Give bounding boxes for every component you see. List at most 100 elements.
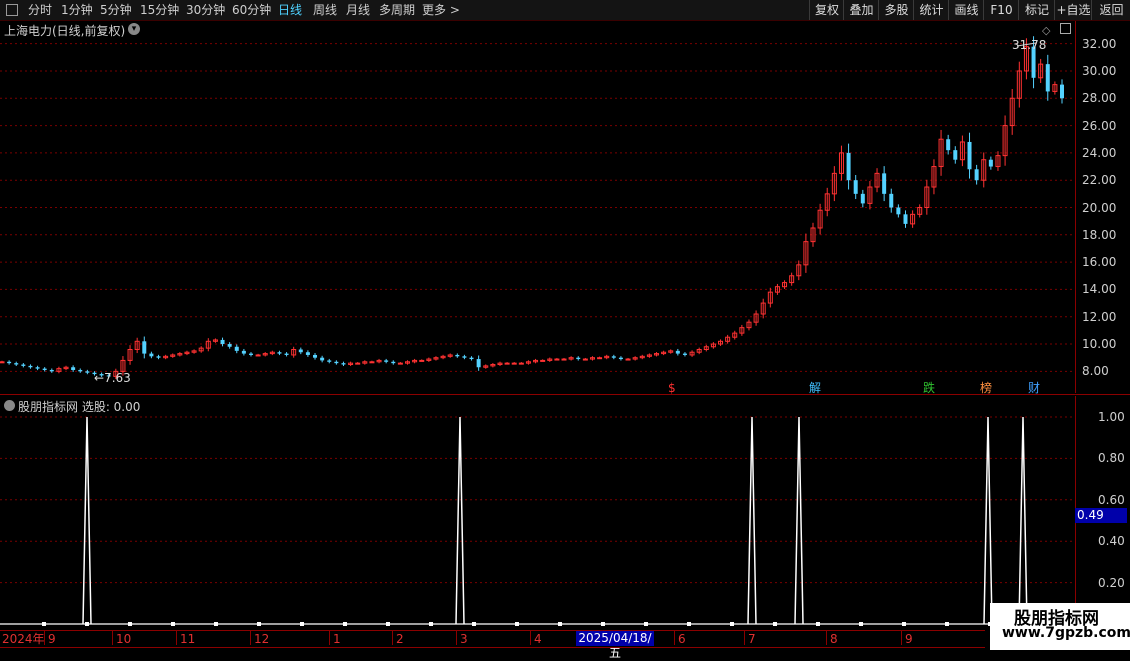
- period-tab-6[interactable]: 日线: [278, 2, 302, 18]
- period-tab-1[interactable]: 1分钟: [61, 2, 93, 18]
- diamond-icon[interactable]: ◇: [1042, 24, 1050, 37]
- toolbar-button-8[interactable]: 返回: [1091, 0, 1130, 20]
- candle-body: [127, 349, 133, 361]
- indicator-zero-marker: [687, 622, 691, 626]
- candle-body: [262, 353, 268, 356]
- candle-body: [746, 321, 752, 329]
- indicator-zero-marker: [214, 622, 218, 626]
- price-tick-label: 32.00: [1082, 36, 1117, 51]
- price-tick-label: 20.00: [1082, 200, 1117, 215]
- candle-body: [1009, 97, 1015, 127]
- indicator-tick-label: 1.00: [1098, 410, 1125, 424]
- candle-body: [760, 302, 766, 315]
- date-separator: [674, 631, 675, 645]
- event-badge[interactable]: 榜: [980, 381, 992, 395]
- candle-body: [284, 353, 289, 355]
- event-badge[interactable]: 跌: [923, 381, 935, 395]
- period-tab-2[interactable]: 5分钟: [100, 2, 132, 18]
- candle-body: [14, 363, 19, 365]
- toolbar-button-6[interactable]: 标记: [1018, 0, 1055, 20]
- toolbar-button-3[interactable]: 统计: [913, 0, 949, 20]
- candle-body: [931, 166, 937, 188]
- candle-body: [974, 169, 979, 181]
- indicator-tick-label: 0.20: [1098, 575, 1125, 590]
- candle-body: [455, 354, 460, 357]
- date-separator: [456, 631, 457, 645]
- candle-body: [924, 186, 930, 208]
- indicator-zero-marker: [945, 622, 949, 626]
- candle-body: [589, 357, 595, 360]
- indicator-zero-marker: [773, 622, 777, 626]
- period-tab-4[interactable]: 30分钟: [186, 2, 225, 18]
- indicator-title: 股朋指标网 选股: 0.00: [18, 400, 141, 414]
- price-tick-label: 28.00: [1082, 91, 1117, 106]
- indicator-zero-marker: [386, 622, 390, 626]
- candle-body: [305, 352, 310, 355]
- candle-body: [212, 339, 218, 342]
- price-tick-label: 12.00: [1082, 309, 1117, 324]
- candle-body: [142, 341, 147, 354]
- toolbar-button-2[interactable]: 多股: [878, 0, 914, 20]
- chevron-down-icon[interactable]: [4, 400, 15, 411]
- candle-body: [525, 361, 531, 364]
- candle-body: [35, 367, 40, 369]
- indicator-cursor-value: 0.49: [1075, 508, 1127, 523]
- chevron-down-icon[interactable]: ▾: [128, 23, 140, 35]
- candle-body: [646, 354, 652, 357]
- candle-body: [177, 353, 183, 356]
- period-tab-8[interactable]: 月线: [346, 2, 370, 18]
- candle-body: [860, 193, 865, 204]
- candle-body: [547, 358, 553, 361]
- price-tick-label: 10.00: [1082, 337, 1117, 352]
- candle-body: [639, 355, 645, 359]
- candle-body: [611, 356, 616, 358]
- layout-toggle-icon[interactable]: [1060, 23, 1071, 34]
- candle-body: [675, 350, 680, 354]
- candle-body: [433, 357, 439, 360]
- low-price-label: ←7.63: [94, 371, 131, 385]
- candle-body: [632, 357, 638, 360]
- indicator-zero-marker: [42, 622, 46, 626]
- candle-body: [234, 346, 239, 351]
- candle-body: [391, 361, 396, 364]
- candle-body: [348, 362, 354, 366]
- candle-body: [49, 369, 54, 372]
- candle-body: [668, 350, 674, 353]
- window-icon[interactable]: [6, 4, 18, 16]
- toolbar-button-5[interactable]: F10: [983, 0, 1019, 20]
- period-tab-9[interactable]: 多周期: [379, 2, 415, 18]
- event-badge[interactable]: $: [668, 381, 676, 395]
- date-axis-label: 11: [180, 632, 196, 646]
- indicator-tick-label: 0.80: [1098, 451, 1125, 466]
- candle-body: [753, 313, 759, 323]
- event-badge[interactable]: 解: [809, 381, 821, 395]
- period-tab-7[interactable]: 周线: [313, 2, 337, 18]
- date-axis-label: 12: [254, 632, 270, 646]
- toolbar-button-1[interactable]: 叠加: [843, 0, 879, 20]
- candle-body: [946, 139, 951, 151]
- period-tab-10[interactable]: 更多 >: [422, 2, 460, 18]
- high-price-label: 31.78: [1012, 38, 1047, 52]
- candle-body: [134, 340, 140, 350]
- candle-body: [334, 361, 339, 364]
- toolbar-button-7[interactable]: +自选: [1054, 0, 1092, 20]
- candle-body: [625, 358, 631, 361]
- candle-body: [419, 359, 425, 362]
- period-tab-5[interactable]: 60分钟: [232, 2, 271, 18]
- indicator-zero-marker: [472, 622, 476, 626]
- candle-body: [953, 150, 958, 160]
- candle-body: [63, 366, 69, 370]
- candle-body: [341, 363, 346, 365]
- indicator-zero-marker: [171, 622, 175, 626]
- toolbar-button-4[interactable]: 画线: [948, 0, 984, 20]
- event-badge[interactable]: 财: [1028, 381, 1040, 395]
- date-separator: [901, 631, 902, 645]
- indicator-signal-spike: [747, 416, 757, 625]
- toolbar-button-0[interactable]: 复权: [809, 0, 844, 20]
- candle-body: [462, 356, 467, 358]
- period-tab-3[interactable]: 15分钟: [140, 2, 179, 18]
- indicator-zero-marker: [257, 622, 261, 626]
- candle-body: [732, 332, 738, 338]
- period-tab-0[interactable]: 分时: [28, 2, 52, 18]
- price-candlestick-chart[interactable]: [0, 0, 1130, 650]
